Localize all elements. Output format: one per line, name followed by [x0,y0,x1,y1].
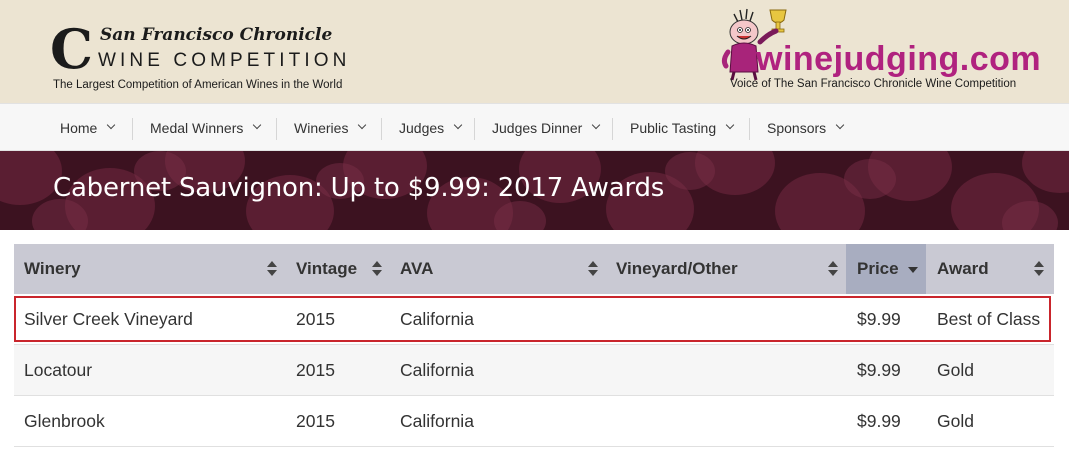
chevron-down-icon [253,120,262,130]
cell-price: $9.99 [857,359,901,380]
paper-name: San Francisco Chronicle [100,25,333,45]
nav-divider [612,118,613,140]
nav-divider [381,118,382,140]
chronicle-logo[interactable]: C San Francisco Chronicle WINE COMPETITI… [50,22,380,94]
cell-price: $9.99 [857,308,901,329]
nav-item-label: Medal Winners [150,120,244,136]
cell-winery: Locatour [24,359,93,380]
winejudging-wordmark: winejudging.com [756,40,1042,78]
column-header-price[interactable]: Price [846,244,926,294]
winejudging-tagline: Voice of The San Francisco Chronicle Win… [730,78,1017,90]
cell-award: Best of Class [937,308,1041,329]
cell-vintage: 2015 [296,308,335,329]
table-header: Winery Vintage AVA Vineyard/Other Price … [14,244,1054,294]
cell-vintage: 2015 [296,410,335,431]
chevron-down-icon [835,120,845,130]
column-label: Vintage [296,259,358,278]
column-header-award[interactable]: Award [926,244,1054,294]
nav-item-label: Public Tasting [630,120,717,136]
chevron-down-icon [725,120,735,130]
cell-winery: Silver Creek Vineyard [24,308,193,329]
nav-item-label: Home [60,120,98,136]
page-title: Cabernet Sauvignon: Up to $9.99: 2017 Aw… [53,173,665,203]
cell-price: $9.99 [857,410,901,431]
nav-item-judges[interactable]: Judges [399,104,463,152]
main-nav: Home Medal Winners Wineries Judges Judge… [0,103,1069,151]
chevron-down-icon [453,120,463,130]
nav-divider [474,118,475,140]
competition-name: WINE COMPETITION [98,50,351,71]
column-header-winery[interactable]: Winery [14,244,286,294]
column-header-ava[interactable]: AVA [390,244,606,294]
page-banner: Cabernet Sauvignon: Up to $9.99: 2017 Aw… [0,151,1069,230]
column-label: Vineyard/Other [616,259,738,278]
column-label: Price [857,259,899,278]
nav-item-label: Wineries [294,120,349,136]
sort-both-icon [1034,261,1044,277]
cell-ava: California [400,359,474,380]
nav-divider [276,118,277,140]
table-row[interactable]: Locatour 2015 California $9.99 Gold [14,345,1054,396]
chevron-down-icon [107,120,116,130]
chevron-down-icon [358,120,367,130]
nav-item-sponsors[interactable]: Sponsors [767,104,845,152]
nav-item-public-tasting[interactable]: Public Tasting [630,104,735,152]
sort-both-icon [828,261,838,277]
sort-both-icon [588,261,598,277]
nav-item-label: Sponsors [767,120,827,136]
cell-award: Gold [937,410,974,431]
competition-tagline: The Largest Competition of American Wine… [53,79,343,91]
cell-winery: Glenbrook [24,410,105,431]
sort-both-icon [372,261,382,277]
column-label: AVA [400,259,434,278]
sort-both-icon [267,261,277,277]
site-header: C San Francisco Chronicle WINE COMPETITI… [0,0,1069,103]
table-row[interactable]: Glenbrook 2015 California $9.99 Gold [14,396,1054,447]
nav-item-home[interactable]: Home [60,104,116,152]
nav-item-label: Judges [399,120,445,136]
column-header-vineyard[interactable]: Vineyard/Other [606,244,846,294]
cell-ava: California [400,308,474,329]
nav-item-judges-dinner[interactable]: Judges Dinner [492,104,601,152]
nav-divider [749,118,750,140]
column-label: Winery [24,259,81,278]
nav-item-medal-winners[interactable]: Medal Winners [150,104,262,152]
winejudging-logo[interactable]: winejudging.com Voice of The San Francis… [720,4,1042,96]
chevron-down-icon [592,120,601,130]
sort-down-icon [908,267,918,273]
nav-item-label: Judges Dinner [492,120,583,136]
table-row[interactable]: Silver Creek Vineyard 2015 California $9… [14,294,1054,345]
column-label: Award [937,259,989,278]
cell-ava: California [400,410,474,431]
cell-vintage: 2015 [296,359,335,380]
nav-item-wineries[interactable]: Wineries [294,104,367,152]
nav-divider [132,118,133,140]
column-header-vintage[interactable]: Vintage [286,244,390,294]
chronicle-c-emblem: C [50,17,93,81]
cell-award: Gold [937,359,974,380]
